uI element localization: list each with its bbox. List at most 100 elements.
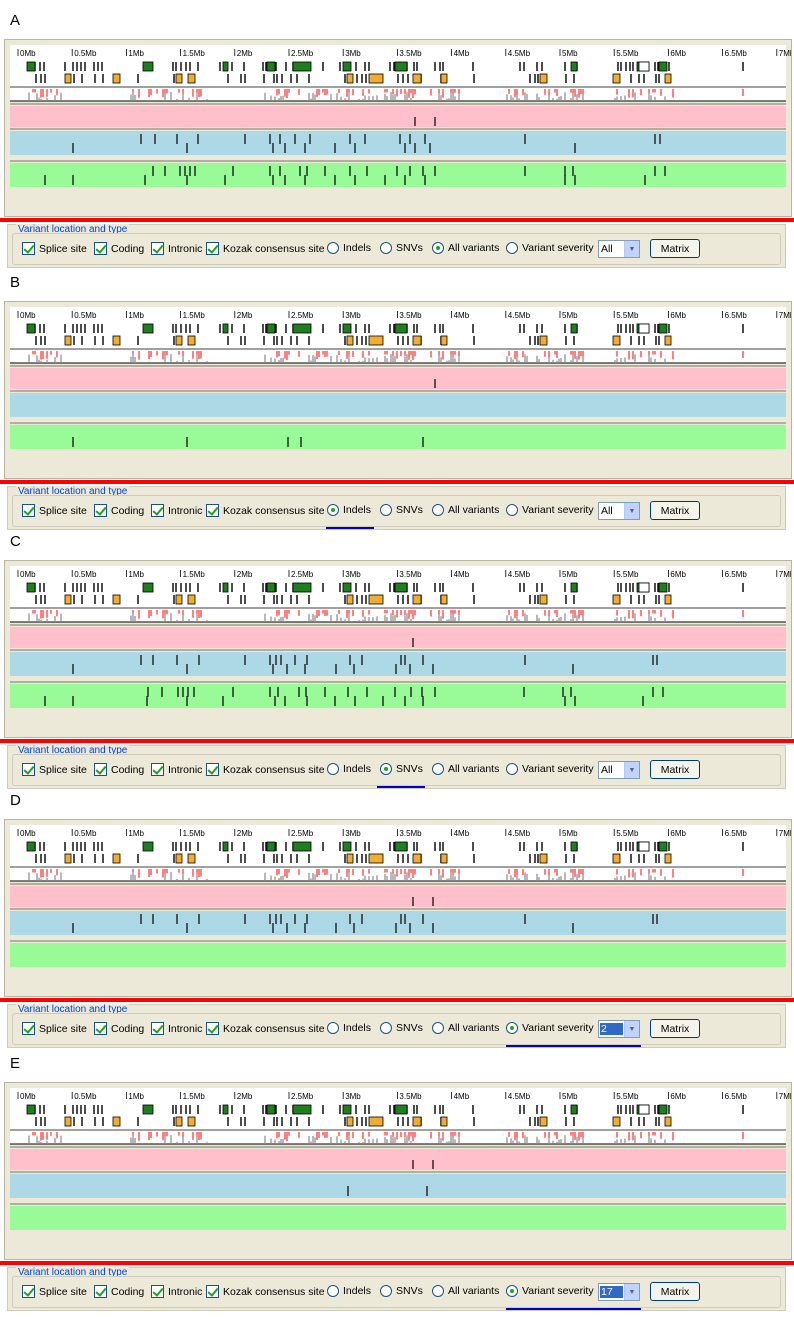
checkbox-coding[interactable]: Coding: [94, 242, 144, 255]
checkbox-splice[interactable]: Splice site: [22, 763, 87, 776]
checkbox-box[interactable]: [151, 1285, 164, 1298]
checkbox-box[interactable]: [22, 1285, 35, 1298]
checkbox-splice[interactable]: Splice site: [22, 1022, 87, 1035]
radio-all[interactable]: All variants: [432, 763, 499, 775]
radio-severity[interactable]: Variant severity: [506, 242, 594, 254]
radio-all[interactable]: All variants: [432, 504, 499, 516]
radio-circle[interactable]: [380, 242, 392, 254]
checkbox-box[interactable]: [206, 1022, 219, 1035]
severity-select[interactable]: 2 ▼: [598, 1020, 640, 1038]
checkbox-coding[interactable]: Coding: [94, 1285, 144, 1298]
radio-circle[interactable]: [432, 504, 444, 516]
checkbox-kozak[interactable]: Kozak consensus site: [206, 763, 325, 776]
checkbox-box[interactable]: [94, 763, 107, 776]
severity-select[interactable]: All ▼: [598, 502, 640, 520]
checkbox-box[interactable]: [206, 763, 219, 776]
radio-circle[interactable]: [432, 1022, 444, 1034]
checkbox-box[interactable]: [22, 1022, 35, 1035]
sample-track-green: [10, 163, 786, 187]
radio-circle[interactable]: [432, 1285, 444, 1297]
radio-snvs[interactable]: SNVs: [380, 1022, 423, 1034]
radio-circle[interactable]: [380, 504, 392, 516]
radio-severity[interactable]: Variant severity: [506, 504, 594, 516]
ruler-label: 5.5Mb: [616, 829, 639, 838]
radio-snvs[interactable]: SNVs: [380, 504, 423, 516]
utr-block: [346, 594, 354, 605]
chevron-down-icon[interactable]: ▼: [624, 503, 639, 519]
checkbox-box[interactable]: [151, 242, 164, 255]
checkbox-box[interactable]: [206, 504, 219, 517]
radio-circle[interactable]: [327, 1285, 339, 1297]
radio-snvs[interactable]: SNVs: [380, 763, 423, 775]
radio-circle[interactable]: [327, 1022, 339, 1034]
radio-all[interactable]: All variants: [432, 1285, 499, 1297]
radio-severity[interactable]: Variant severity: [506, 1022, 594, 1034]
checkbox-intronic[interactable]: Intronic: [151, 504, 202, 517]
radio-circle[interactable]: [327, 504, 339, 516]
checkbox-box[interactable]: [22, 763, 35, 776]
severity-select[interactable]: 17 ▼: [598, 1283, 640, 1301]
radio-indels[interactable]: Indels: [327, 504, 371, 516]
checkbox-splice[interactable]: Splice site: [22, 504, 87, 517]
radio-circle[interactable]: [380, 1285, 392, 1297]
radio-circle[interactable]: [432, 763, 444, 775]
radio-circle[interactable]: [506, 1285, 518, 1297]
radio-circle[interactable]: [506, 242, 518, 254]
checkbox-box[interactable]: [94, 242, 107, 255]
chevron-down-icon[interactable]: ▼: [624, 1284, 639, 1300]
checkbox-splice[interactable]: Splice site: [22, 1285, 87, 1298]
chevron-down-icon[interactable]: ▼: [624, 1021, 639, 1037]
checkbox-kozak[interactable]: Kozak consensus site: [206, 1022, 325, 1035]
radio-indels[interactable]: Indels: [327, 242, 371, 254]
radio-circle[interactable]: [506, 763, 518, 775]
radio-indels[interactable]: Indels: [327, 763, 371, 775]
checkbox-box[interactable]: [151, 1022, 164, 1035]
checkbox-intronic[interactable]: Intronic: [151, 763, 202, 776]
radio-all[interactable]: All variants: [432, 1022, 499, 1034]
matrix-button[interactable]: Matrix: [650, 501, 700, 520]
checkbox-intronic[interactable]: Intronic: [151, 1285, 202, 1298]
checkbox-box[interactable]: [94, 1022, 107, 1035]
radio-circle[interactable]: [327, 242, 339, 254]
checkbox-kozak[interactable]: Kozak consensus site: [206, 1285, 325, 1298]
checkbox-box[interactable]: [206, 242, 219, 255]
chevron-down-icon[interactable]: ▼: [624, 241, 639, 257]
checkbox-coding[interactable]: Coding: [94, 1022, 144, 1035]
checkbox-coding[interactable]: Coding: [94, 504, 144, 517]
radio-circle[interactable]: [432, 242, 444, 254]
radio-snvs[interactable]: SNVs: [380, 1285, 423, 1297]
matrix-button[interactable]: Matrix: [650, 1282, 700, 1301]
radio-circle[interactable]: [380, 763, 392, 775]
checkbox-box[interactable]: [206, 1285, 219, 1298]
radio-severity[interactable]: Variant severity: [506, 763, 594, 775]
matrix-button[interactable]: Matrix: [650, 1019, 700, 1038]
utr-block: [175, 853, 183, 864]
checkbox-intronic[interactable]: Intronic: [151, 1022, 202, 1035]
chevron-down-icon[interactable]: ▼: [624, 762, 639, 778]
checkbox-kozak[interactable]: Kozak consensus site: [206, 242, 325, 255]
checkbox-kozak[interactable]: Kozak consensus site: [206, 504, 325, 517]
matrix-button[interactable]: Matrix: [650, 239, 700, 258]
radio-indels[interactable]: Indels: [327, 1022, 371, 1034]
radio-snvs[interactable]: SNVs: [380, 242, 423, 254]
radio-circle[interactable]: [380, 1022, 392, 1034]
checkbox-box[interactable]: [151, 763, 164, 776]
checkbox-box[interactable]: [22, 242, 35, 255]
genome-browser-track: 0Mb 0.5Mb 1Mb 1.5Mb 2Mb 2.5Mb 3Mb 3.5Mb 4Mb 4.5Mb…: [4, 1082, 792, 1260]
checkbox-coding[interactable]: Coding: [94, 763, 144, 776]
severity-select[interactable]: All ▼: [598, 240, 640, 258]
radio-severity[interactable]: Variant severity: [506, 1285, 594, 1297]
checkbox-splice[interactable]: Splice site: [22, 242, 87, 255]
checkbox-box[interactable]: [22, 504, 35, 517]
radio-circle[interactable]: [506, 1022, 518, 1034]
severity-select[interactable]: All ▼: [598, 761, 640, 779]
checkbox-box[interactable]: [151, 504, 164, 517]
radio-circle[interactable]: [506, 504, 518, 516]
radio-circle[interactable]: [327, 763, 339, 775]
checkbox-box[interactable]: [94, 504, 107, 517]
radio-indels[interactable]: Indels: [327, 1285, 371, 1297]
radio-all[interactable]: All variants: [432, 242, 499, 254]
checkbox-box[interactable]: [94, 1285, 107, 1298]
matrix-button[interactable]: Matrix: [650, 760, 700, 779]
checkbox-intronic[interactable]: Intronic: [151, 242, 202, 255]
